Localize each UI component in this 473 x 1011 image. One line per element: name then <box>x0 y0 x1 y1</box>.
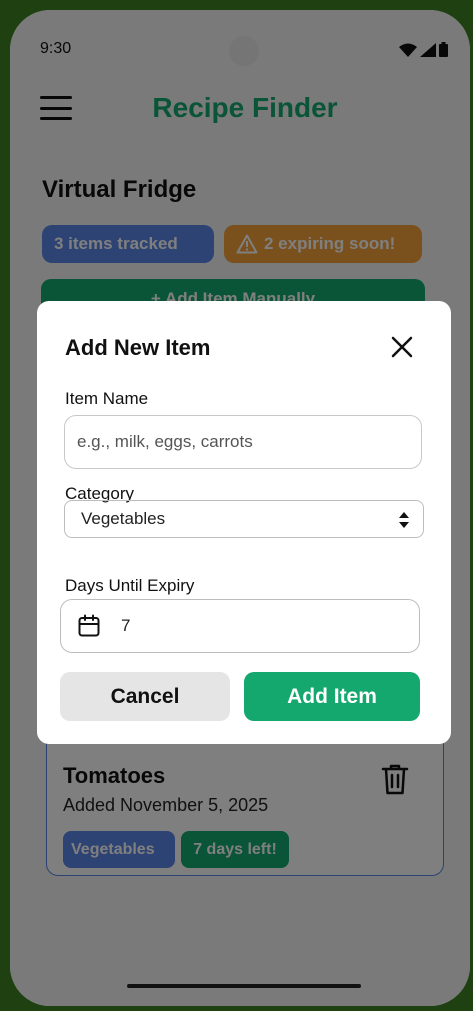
select-arrows-icon <box>399 512 409 528</box>
category-selected-value: Vegetables <box>81 509 166 528</box>
expiry-days-input[interactable]: 7 <box>60 599 420 653</box>
add-item-dialog: Add New Item Item Name e.g., milk, eggs,… <box>37 301 451 744</box>
cancel-button[interactable]: Cancel <box>60 672 230 721</box>
item-name-label: Item Name <box>65 389 149 408</box>
expiry-label: Days Until Expiry <box>65 576 195 595</box>
category-select[interactable]: Vegetables <box>64 500 424 538</box>
close-icon[interactable] <box>388 333 416 361</box>
calendar-icon <box>78 614 100 637</box>
item-name-input[interactable]: e.g., milk, eggs, carrots <box>64 415 422 469</box>
dialog-title: Add New Item <box>65 335 211 360</box>
add-item-button[interactable]: Add Item <box>244 672 420 721</box>
expiry-days-value: 7 <box>121 616 131 635</box>
phone-screen: 9:30 Recipe Finder Virtual Fridge 3 item… <box>10 10 470 1006</box>
item-name-placeholder: e.g., milk, eggs, carrots <box>77 432 253 451</box>
